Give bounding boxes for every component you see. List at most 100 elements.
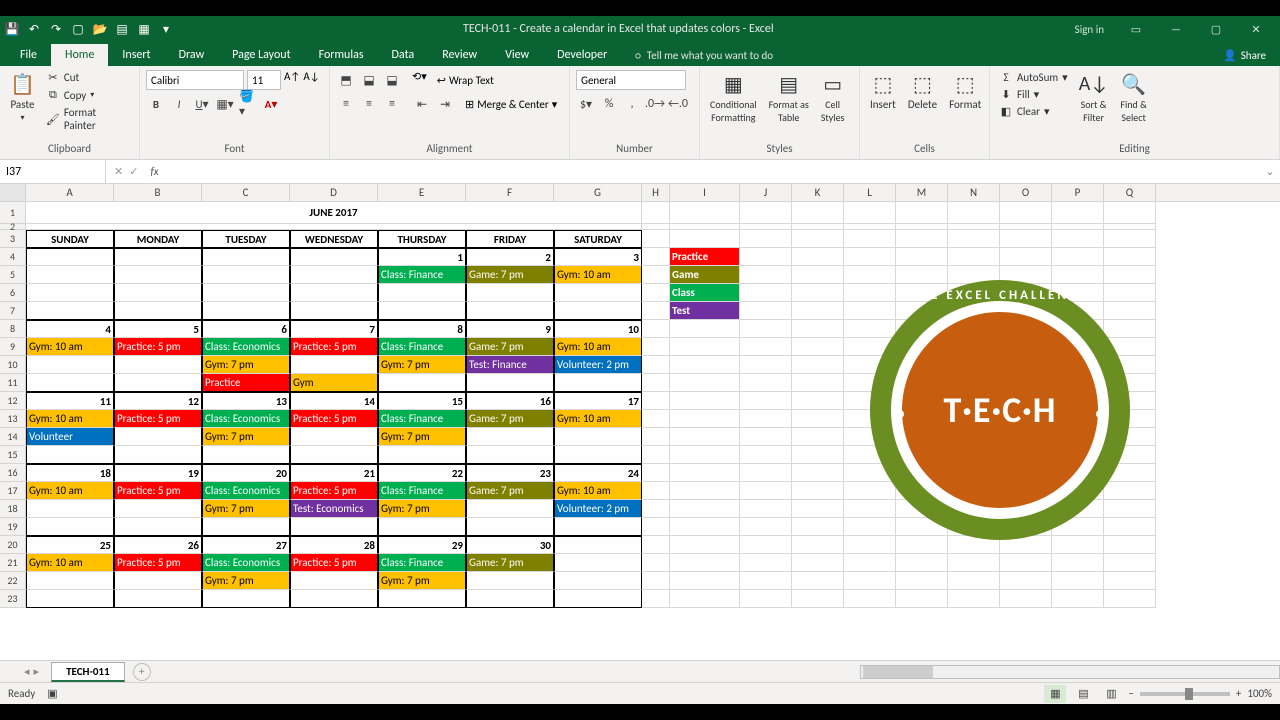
find-select-button[interactable]: 🔍Find & Select [1116,70,1150,126]
calendar-empty[interactable] [554,374,642,392]
calendar-event[interactable]: Class: Finance [378,554,466,572]
open-icon[interactable]: 📂 [92,21,108,37]
calendar-date[interactable] [202,248,290,266]
tab-insert[interactable]: Insert [108,44,164,66]
calendar-empty[interactable] [554,572,642,590]
calendar-empty[interactable] [378,446,466,464]
calendar-empty[interactable] [26,500,114,518]
cell[interactable] [1052,248,1104,266]
calendar-event[interactable]: Class: Finance [378,338,466,356]
cell[interactable] [670,428,740,446]
expand-formula-icon[interactable]: ⌄ [1260,165,1280,178]
cell[interactable] [1104,590,1156,608]
calendar-day-header[interactable]: THURSDAY [378,230,466,248]
cell[interactable] [896,230,948,248]
undo-icon[interactable]: ↶ [26,21,42,37]
cell[interactable] [1104,202,1156,224]
calendar-empty[interactable] [202,266,290,284]
row-header[interactable]: 11 [0,374,26,392]
format-cells-button[interactable]: ⬚Format [945,70,985,113]
share-button[interactable]: 👤Share [1209,45,1280,66]
calendar-date[interactable]: 17 [554,392,642,410]
calendar-event[interactable]: Game: 7 pm [466,410,554,428]
calendar-event[interactable]: Test: Finance [466,356,554,374]
row-header[interactable]: 12 [0,392,26,410]
cell[interactable] [948,590,1000,608]
calendar-empty[interactable] [290,302,378,320]
tab-view[interactable]: View [491,44,543,66]
zoom-level[interactable]: 100% [1247,687,1272,700]
cell[interactable] [740,446,792,464]
cell[interactable] [896,554,948,572]
add-sheet-button[interactable]: + [133,663,151,681]
calendar-event[interactable]: Practice: 5 pm [114,338,202,356]
new-icon[interactable]: ▢ [70,21,86,37]
cell[interactable] [948,248,1000,266]
cell[interactable] [642,428,670,446]
cell[interactable] [792,410,844,428]
row-header[interactable]: 16 [0,464,26,482]
calendar-date[interactable]: 10 [554,320,642,338]
paste-button[interactable]: 📋Paste▾ [6,70,39,125]
cell[interactable] [792,338,844,356]
signin-link[interactable]: Sign in [1063,16,1116,42]
calendar-date[interactable]: 9 [466,320,554,338]
cell[interactable] [844,554,896,572]
calendar-empty[interactable] [202,302,290,320]
calendar-empty[interactable] [114,446,202,464]
calendar-empty[interactable] [466,572,554,590]
calendar-empty[interactable] [114,428,202,446]
calendar-day-header[interactable]: WEDNESDAY [290,230,378,248]
calendar-event[interactable]: Gym: 10 am [554,410,642,428]
col-header[interactable]: Q [1104,184,1156,201]
cell[interactable] [642,410,670,428]
cell[interactable] [740,374,792,392]
calendar-empty[interactable] [202,446,290,464]
calendar-day-header[interactable]: FRIDAY [466,230,554,248]
tab-file[interactable]: File [6,44,51,66]
row-header[interactable]: 21 [0,554,26,572]
calendar-event[interactable]: Gym: 7 pm [202,500,290,518]
calendar-date[interactable]: 18 [26,464,114,482]
cell[interactable] [642,554,670,572]
grow-font-icon[interactable]: A↑ [284,70,300,90]
cell[interactable] [792,428,844,446]
calendar-date[interactable] [26,248,114,266]
col-header[interactable]: I [670,184,740,201]
row-header[interactable]: 18 [0,500,26,518]
save-icon[interactable]: 💾 [4,21,20,37]
decrease-indent-icon[interactable]: ⇤ [412,94,432,114]
tab-nav-prev-icon[interactable]: ◂ [24,665,30,678]
calendar-event[interactable]: Class: Finance [378,266,466,284]
calendar-empty[interactable] [554,554,642,572]
cell[interactable] [1000,590,1052,608]
cell[interactable] [792,500,844,518]
calendar-empty[interactable] [202,518,290,536]
cell[interactable] [792,266,844,284]
calendar-day-header[interactable]: TUESDAY [202,230,290,248]
calendar-empty[interactable] [554,302,642,320]
cell[interactable] [740,338,792,356]
format-painter-button[interactable]: 🖌Format Painter [43,105,133,133]
calendar-date[interactable]: 27 [202,536,290,554]
wrap-text-button[interactable]: ↩Wrap Text [437,70,494,90]
cell[interactable] [670,590,740,608]
cell[interactable] [948,554,1000,572]
calendar-empty[interactable] [114,572,202,590]
col-header[interactable]: A [26,184,114,201]
calendar-event[interactable]: Class: Finance [378,410,466,428]
cell[interactable] [740,536,792,554]
cell[interactable] [896,202,948,224]
col-header[interactable]: H [642,184,670,201]
calendar-event[interactable]: Gym: 10 am [554,266,642,284]
cell[interactable] [740,482,792,500]
cell[interactable] [642,590,670,608]
cell[interactable] [670,202,740,224]
calendar-empty[interactable] [26,572,114,590]
calendar-empty[interactable] [114,518,202,536]
calendar-date[interactable]: 19 [114,464,202,482]
cell[interactable] [792,202,844,224]
calendar-empty[interactable] [466,590,554,608]
cell[interactable] [792,572,844,590]
fill-color-button[interactable]: 🪣▾ [238,94,258,114]
